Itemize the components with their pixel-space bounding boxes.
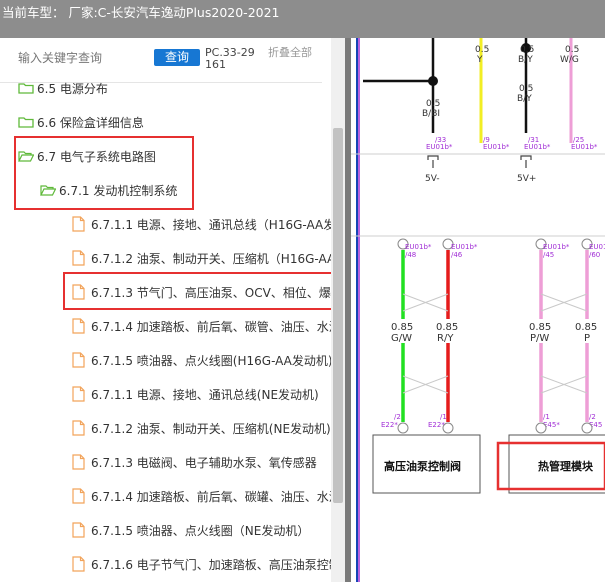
- connector-pin-symbol: [520, 155, 532, 160]
- wire-color-label: W/G: [560, 55, 579, 65]
- connector-label: E22*: [381, 421, 398, 429]
- tree-item-label: 6.7.1.2 油泵、制动开关、压缩机(NE发动机): [91, 421, 331, 436]
- pin-label: /45: [543, 251, 554, 259]
- app-title: 当前车型： 厂家:C-长安汽车逸动Plus2020-2021: [2, 5, 280, 20]
- tree-item-label: 6.6 保险盒详细信息: [37, 115, 144, 130]
- tree-item-label: 6.7.1.1 电源、接地、通讯总线（H16G-AA发动机）: [91, 217, 345, 232]
- folder-icon: [18, 83, 34, 94]
- tree-item-label: 6.7.1.1 电源、接地、通讯总线(NE发动机): [91, 387, 319, 402]
- wire-gauge-label: 0.5: [475, 45, 489, 55]
- document-icon: [72, 216, 85, 232]
- tree-item-label: 6.5 电源分布: [37, 81, 108, 96]
- search-input[interactable]: [18, 48, 146, 68]
- pin-label: /1: [543, 413, 550, 421]
- connector-label: EU01b*: [524, 143, 551, 151]
- tree-item-label: 6.7.1.4 加速踏板、前后氧、碳罐、油压、水温传感器: [91, 489, 345, 504]
- document-icon: [72, 556, 85, 572]
- twisted-pair-symbol: [402, 375, 449, 394]
- pin-label: /1: [440, 413, 447, 421]
- wire-color-label: P/W: [530, 333, 549, 344]
- tree-item-doc-6-7-1-5-h16g[interactable]: 6.7.1.5 喷油器、点火线圈(H16G-AA发动机): [72, 345, 333, 375]
- tree-item-label: 6.7.1.3 电磁阀、电子辅助水泵、氧传感器: [91, 455, 317, 470]
- tree-item-doc-6-7-1-3-ne[interactable]: 6.7.1.3 电磁阀、电子辅助水泵、氧传感器: [72, 447, 317, 477]
- document-icon: [72, 386, 85, 402]
- folder-icon: [18, 117, 34, 128]
- wire-gauge-label: 0.5: [565, 45, 579, 55]
- connector-pin-symbol: [427, 155, 439, 160]
- connector-pin-symbol: [535, 422, 547, 434]
- document-icon: [72, 318, 85, 334]
- wire-color-label: B/Y: [517, 94, 532, 104]
- connector-label: EU01b*: [426, 143, 453, 151]
- connector-label: EU01b*: [483, 143, 510, 151]
- pin-label: /60: [589, 251, 600, 259]
- wire-gauge-label: 0.5: [520, 45, 534, 55]
- terminal-label: 5V+: [517, 174, 536, 184]
- wire-color-label: R/Y: [437, 333, 454, 344]
- document-code: PC.33-29161: [205, 46, 255, 71]
- document-icon: [72, 454, 85, 470]
- tree-item-doc-6-7-1-5-ne[interactable]: 6.7.1.5 喷油器、点火线圈（NE发动机）: [72, 515, 309, 545]
- connector-pin-symbol: [397, 422, 409, 434]
- wire-color-label: P: [584, 333, 590, 344]
- tree-item-doc-6-7-1-1-ne[interactable]: 6.7.1.1 电源、接地、通讯总线(NE发动机): [72, 379, 319, 409]
- tree-item-label: 6.7.1.4 加速踏板、前后氧、碳管、油压、水温传感器: [91, 319, 345, 334]
- search-button[interactable]: 查询: [154, 49, 200, 66]
- wire-gauge-label: 0.85: [391, 322, 413, 333]
- wiring-diagram: 0.5 Y 0.5 B/Y 0.5 W/G 0.5 B/BI 0.5 B/Y /…: [351, 38, 605, 582]
- wire-color-label: B/BI: [422, 109, 440, 119]
- connector-label: EU01b*: [405, 243, 432, 251]
- wire-gauge-label: 0.85: [436, 322, 458, 333]
- document-icon: [72, 420, 85, 436]
- wire-color-label: Y: [476, 55, 483, 65]
- terminal-label: 5V-: [425, 174, 440, 184]
- wire-gauge-label: 0.5: [426, 99, 440, 109]
- document-icon: [72, 250, 85, 266]
- twisted-pair-symbol: [540, 375, 588, 394]
- pin-label: /48: [405, 251, 416, 259]
- wiring-diagram-viewer[interactable]: 0.5 Y 0.5 B/Y 0.5 W/G 0.5 B/BI 0.5 B/Y /…: [351, 38, 605, 582]
- wire-color-label: B/Y: [518, 55, 533, 65]
- pin-label: /2: [589, 413, 596, 421]
- twisted-pair-symbol: [402, 293, 449, 312]
- connector-pin-symbol: [442, 422, 454, 434]
- tree-item-doc-6-7-1-6[interactable]: 6.7.1.6 电子节气门、加速踏板、高压油泵控制: [72, 549, 341, 579]
- collapse-all-button[interactable]: 折叠全部: [268, 47, 314, 59]
- splice-node-left: [428, 76, 438, 86]
- tree-item-doc-6-7-1-4-h16g[interactable]: 6.7.1.4 加速踏板、前后氧、碳管、油压、水温传感器: [72, 311, 345, 341]
- tree-item-label: 6.7.1.5 喷油器、点火线圈(H16G-AA发动机): [91, 353, 333, 368]
- tree-item-doc-6-7-1-2-ne[interactable]: 6.7.1.2 油泵、制动开关、压缩机(NE发动机): [72, 413, 331, 443]
- tree-item-doc-6-7-1-4-ne[interactable]: 6.7.1.4 加速踏板、前后氧、碳罐、油压、水温传感器: [72, 481, 345, 511]
- tree-item-doc-6-7-1-2-h16g[interactable]: 6.7.1.2 油泵、制动开关、压缩机（H16G-AA发动机）: [72, 243, 345, 273]
- pin-label: /2: [394, 413, 401, 421]
- highlight-box-selected-doc: [63, 272, 345, 310]
- document-icon: [72, 522, 85, 538]
- highlight-box-subsystem: [14, 136, 194, 210]
- tree-scrollbar-thumb[interactable]: [333, 128, 343, 503]
- connector-pin-symbol: [581, 422, 593, 434]
- component-label: 高压油泵控制阀: [384, 459, 461, 473]
- component-label: 热管理模块: [538, 459, 594, 473]
- tree-item-label: 6.7.1.2 油泵、制动开关、压缩机（H16G-AA发动机）: [91, 251, 345, 266]
- document-icon: [72, 488, 85, 504]
- tree-item-doc-6-7-1-1-h16g[interactable]: 6.7.1.1 电源、接地、通讯总线（H16G-AA发动机）: [72, 209, 345, 239]
- connector-label: EU01b*: [571, 143, 598, 151]
- tree-item-power-distribution[interactable]: 6.5 电源分布: [18, 73, 108, 103]
- twisted-pair-symbol: [540, 293, 588, 312]
- left-panel: 查询 PC.33-29161 折叠全部 6.5 电源分布 6.6 保险盒详细信息…: [0, 38, 345, 582]
- connector-label: EU01b*: [589, 243, 605, 251]
- tree-item-label: 6.7.1.5 喷油器、点火线圈（NE发动机）: [91, 523, 310, 538]
- title-bar: 当前车型： 厂家:C-长安汽车逸动Plus2020-2021: [0, 0, 605, 38]
- wire-gauge-label: 0.85: [529, 322, 551, 333]
- wire-gauge-label: 0.85: [575, 322, 597, 333]
- tree-item-label: 6.7.1.6 电子节气门、加速踏板、高压油泵控制: [91, 557, 341, 572]
- wire-color-label: G/W: [391, 333, 412, 344]
- document-icon: [72, 352, 85, 368]
- pin-label: /46: [451, 251, 463, 259]
- wire-gauge-label: 0.5: [519, 84, 533, 94]
- tree-item-fuse-box-details[interactable]: 6.6 保险盒详细信息: [18, 107, 144, 137]
- connector-label: EU01b*: [451, 243, 478, 251]
- connector-label: EU01b*: [543, 243, 570, 251]
